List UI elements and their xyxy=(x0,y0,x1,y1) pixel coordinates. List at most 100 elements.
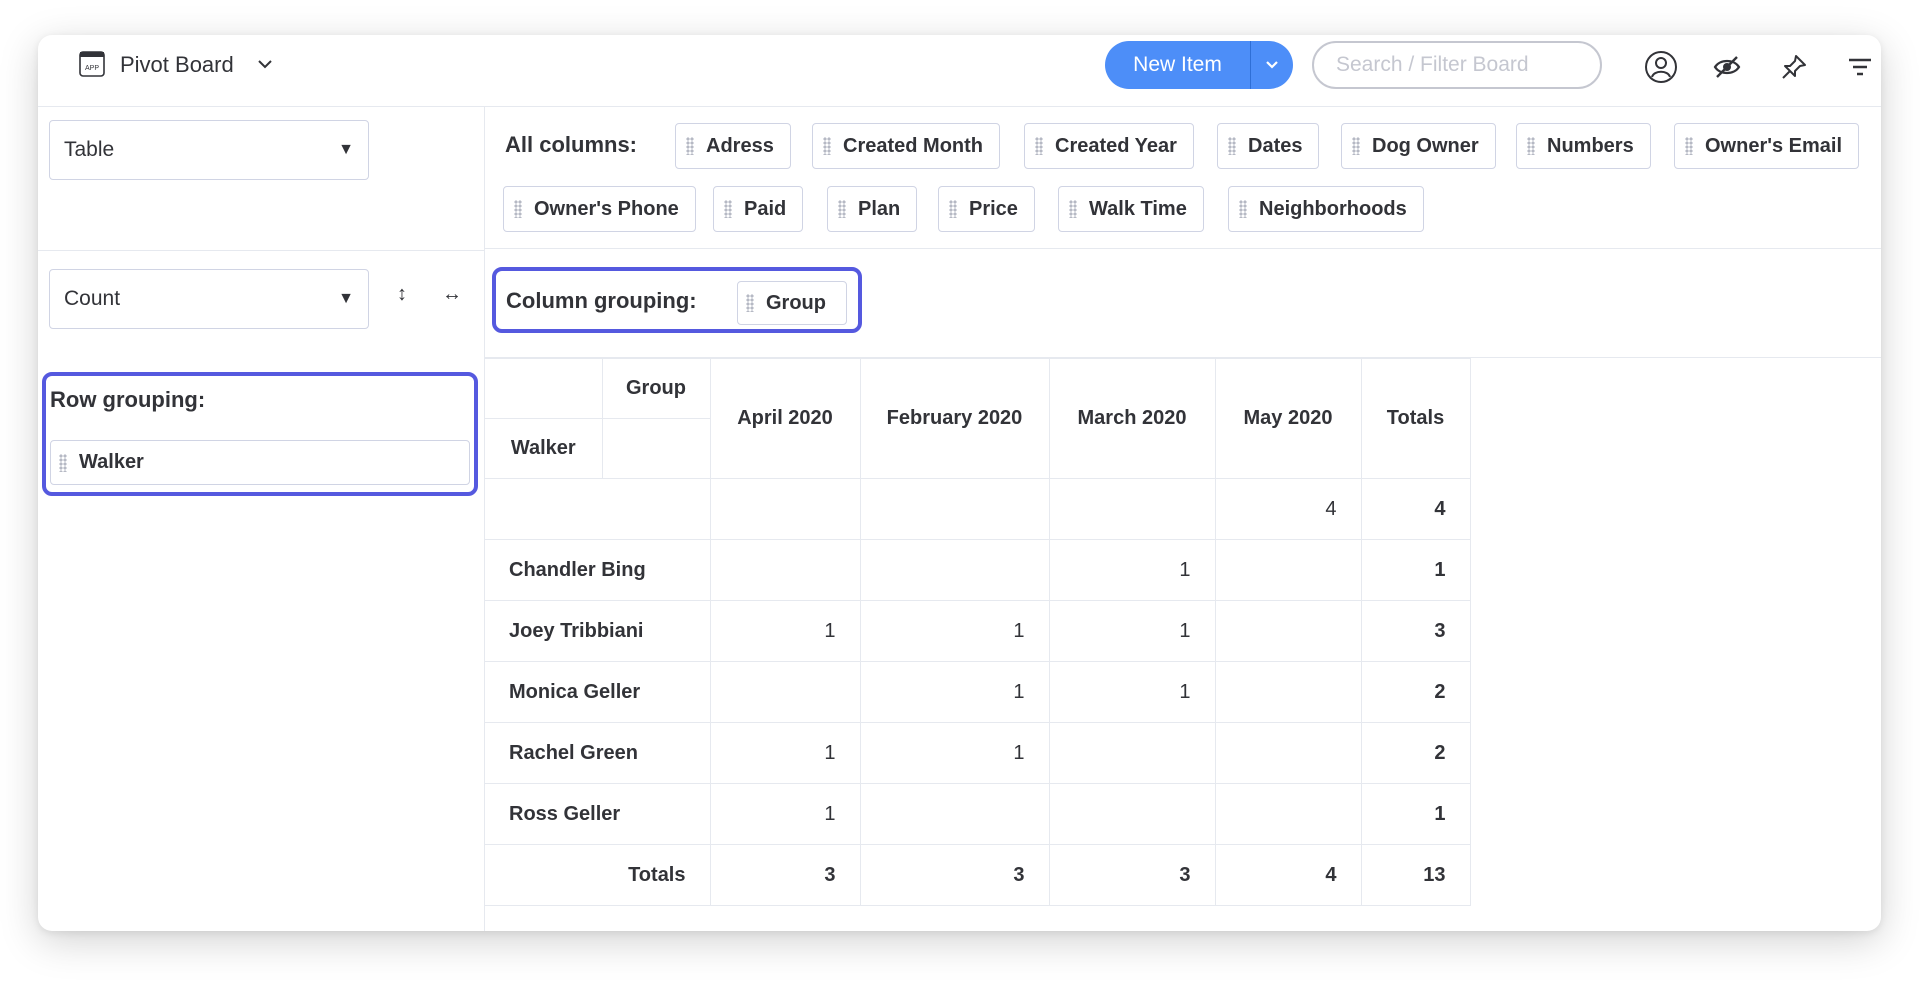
column-grouping-zone[interactable]: Column grouping: Group xyxy=(492,267,862,333)
app-window: APP Pivot Board New Item Search / Filter… xyxy=(38,35,1881,931)
pivot-table: Group April 2020 February 2020 March 202… xyxy=(485,358,1471,906)
value-cell: 1 xyxy=(709,783,861,845)
view-type-select[interactable]: Table ▼ xyxy=(49,120,369,180)
top-bar: APP Pivot Board New Item xyxy=(38,35,1881,107)
column-chip[interactable]: Numbers xyxy=(1516,123,1651,169)
column-chip[interactable]: Owner's Phone xyxy=(503,186,696,232)
column-header: March 2020 xyxy=(1048,358,1216,479)
drag-handle-icon[interactable] xyxy=(59,453,67,472)
drag-handle-icon[interactable] xyxy=(1035,137,1043,155)
drag-handle-icon[interactable] xyxy=(1239,200,1247,218)
value-cell xyxy=(709,539,861,601)
row-label: Rachel Green xyxy=(485,722,711,784)
column-chip[interactable]: Adress xyxy=(675,123,791,169)
value-cell xyxy=(1048,783,1216,845)
eye-off-icon[interactable] xyxy=(1709,49,1745,85)
column-chip-label: Walk Time xyxy=(1089,197,1187,220)
column-header: May 2020 xyxy=(1214,358,1362,479)
column-chip[interactable]: Paid xyxy=(713,186,804,232)
aggregate-value: Count xyxy=(64,287,121,310)
value-cell: 1 xyxy=(709,600,861,662)
drag-handle-icon[interactable] xyxy=(1685,137,1693,155)
settings-panel: Table ▼ Count ▼ xyxy=(38,107,485,931)
row-total: 2 xyxy=(1360,661,1471,723)
table-row: 4 4 xyxy=(485,478,1471,540)
drag-handle-icon[interactable] xyxy=(1069,200,1077,218)
swap-horizontal-icon[interactable]: ↔ xyxy=(442,283,462,306)
column-chip[interactable]: Plan xyxy=(827,186,918,232)
row-grouping-chip[interactable]: Walker xyxy=(50,440,470,485)
value-cell xyxy=(859,783,1050,845)
column-field-header: Group xyxy=(601,358,711,419)
row-grouping-title: Row grouping: xyxy=(50,387,206,412)
value-cell xyxy=(859,539,1050,601)
row-label: Chandler Bing xyxy=(485,539,711,601)
value-cell: 1 xyxy=(859,722,1050,784)
drag-handle-icon[interactable] xyxy=(514,200,522,218)
drag-handle-icon[interactable] xyxy=(1352,137,1360,155)
drag-handle-icon[interactable] xyxy=(949,200,957,218)
value-cell xyxy=(1214,539,1362,601)
value-cell xyxy=(1214,783,1362,845)
aggregate-select[interactable]: Count ▼ xyxy=(49,269,369,329)
column-chip[interactable]: Created Month xyxy=(812,123,1000,169)
value-cell: 1 xyxy=(1048,661,1216,723)
value-cell xyxy=(1214,661,1362,723)
column-chip-label: Owner's Phone xyxy=(534,197,679,220)
divider xyxy=(38,250,485,251)
value-cell xyxy=(859,478,1050,540)
column-chip-label: Dog Owner xyxy=(1372,134,1479,157)
row-grouping-zone[interactable]: Row grouping: Walker xyxy=(42,372,478,496)
totals-label: Totals xyxy=(485,844,711,906)
drag-handle-icon[interactable] xyxy=(838,200,846,218)
value-cell: 4 xyxy=(1214,478,1362,540)
value-cell xyxy=(709,661,861,723)
value-cell: 1 xyxy=(709,722,861,784)
column-chip[interactable]: Dates xyxy=(1217,123,1320,169)
column-chip[interactable]: Dog Owner xyxy=(1341,123,1496,169)
row-label: Joey Tribbiani xyxy=(485,600,711,662)
drag-handle-icon[interactable] xyxy=(823,137,831,155)
drag-handle-icon[interactable] xyxy=(724,200,732,218)
row-total: 3 xyxy=(1360,600,1471,662)
column-chip[interactable]: Owner's Email xyxy=(1674,123,1860,169)
chevron-down-icon xyxy=(1266,61,1278,69)
row-label xyxy=(485,478,711,540)
table-row: Monica Geller 1 1 2 xyxy=(485,661,1471,723)
drag-handle-icon[interactable] xyxy=(1228,137,1236,155)
person-icon[interactable] xyxy=(1643,49,1679,85)
swap-vertical-icon[interactable]: ↕ xyxy=(397,283,407,306)
column-grouping-chip[interactable]: Group xyxy=(737,281,847,325)
drag-handle-icon[interactable] xyxy=(1527,137,1535,155)
pin-icon[interactable] xyxy=(1776,49,1812,85)
board-title: Pivot Board xyxy=(120,52,234,77)
column-grouping-title: Column grouping: xyxy=(506,288,697,313)
new-item-dropdown[interactable] xyxy=(1251,41,1293,89)
table-row: Ross Geller 1 1 xyxy=(485,783,1471,845)
chevron-down-icon[interactable] xyxy=(256,55,274,73)
column-total: 4 xyxy=(1214,844,1362,906)
value-cell: 1 xyxy=(859,600,1050,662)
row-total: 1 xyxy=(1360,539,1471,601)
search-input[interactable] xyxy=(1312,41,1602,89)
new-item-label[interactable]: New Item xyxy=(1105,53,1250,77)
value-cell xyxy=(709,478,861,540)
column-chip-label: Dates xyxy=(1248,134,1303,157)
column-chip[interactable]: Price xyxy=(938,186,1035,232)
column-chip[interactable]: Walk Time xyxy=(1058,186,1204,232)
drag-handle-icon[interactable] xyxy=(686,137,694,155)
table-row: Chandler Bing 1 1 xyxy=(485,539,1471,601)
column-chip[interactable]: Neighborhoods xyxy=(1228,186,1424,232)
caret-down-icon: ▼ xyxy=(338,141,354,158)
value-cell xyxy=(1048,478,1216,540)
drag-handle-icon[interactable] xyxy=(746,294,754,312)
corner-cell xyxy=(485,358,603,419)
app-icon-text: APP xyxy=(85,65,99,72)
new-item-button[interactable]: New Item xyxy=(1105,41,1293,89)
column-chip-label: Created Month xyxy=(843,134,983,157)
column-chip[interactable]: Created Year xyxy=(1024,123,1194,169)
grand-total: 13 xyxy=(1360,844,1471,906)
filter-icon[interactable] xyxy=(1842,49,1878,85)
column-total: 3 xyxy=(859,844,1050,906)
divider xyxy=(485,248,1881,249)
